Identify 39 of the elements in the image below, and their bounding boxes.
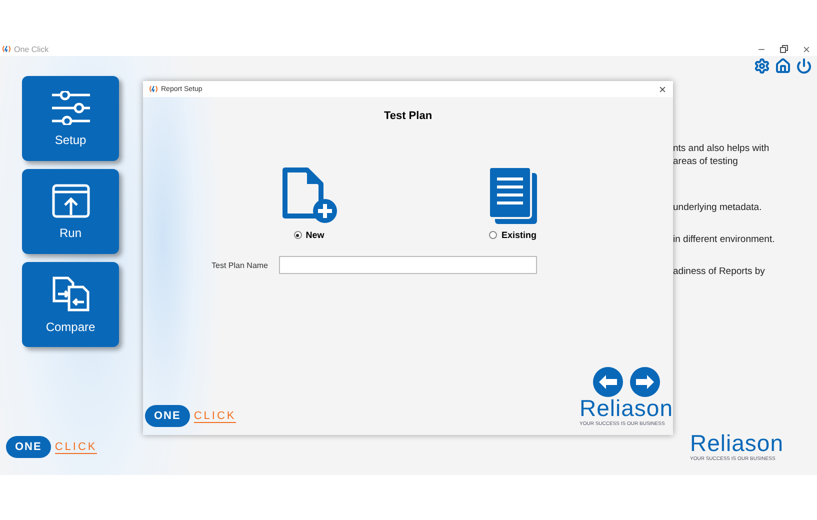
radio-button[interactable] [489, 231, 498, 239]
sliders-icon [52, 90, 90, 124]
logo-badge: ONE [6, 436, 51, 458]
window-title: One Click [14, 44, 49, 54]
description-text: nts and also helps with [673, 143, 770, 154]
compare-documents-icon [52, 276, 90, 312]
logo-badge: ONE [145, 405, 190, 427]
right-arrow-icon [636, 375, 654, 389]
restore-icon[interactable] [780, 44, 788, 52]
app-icon [2, 45, 11, 53]
company-logo-text: Reliason [580, 397, 673, 420]
description-text: areas of testing [673, 156, 739, 167]
close-icon[interactable] [658, 84, 667, 94]
settings-icon[interactable] [754, 58, 770, 74]
company-logo-text: Reliason [690, 432, 784, 455]
radio-button[interactable] [294, 231, 302, 239]
sidebar-tile[interactable]: Compare [22, 262, 119, 347]
power-icon[interactable] [796, 58, 812, 74]
new-file-icon [280, 167, 338, 224]
description-text: underlying metadata. [673, 202, 763, 213]
next-button[interactable] [630, 367, 660, 397]
radio-label: New [306, 230, 324, 240]
description-text: adiness of Reports by [673, 266, 766, 277]
description-text: in different environment. [673, 234, 776, 245]
radio-label: Existing [501, 230, 536, 240]
field-label: Test Plan Name [210, 260, 268, 270]
close-icon[interactable] [802, 44, 811, 54]
back-button[interactable] [593, 367, 623, 397]
document-stack-icon [489, 167, 537, 224]
sidebar-tile[interactable]: Setup [22, 76, 119, 161]
dialog-heading: Test Plan [382, 110, 434, 122]
app-icon [149, 85, 158, 93]
home-icon[interactable] [775, 58, 791, 74]
input-field[interactable] [279, 256, 537, 274]
logo-wordmark: CLICK [194, 410, 236, 422]
window-upload-icon [52, 184, 90, 218]
left-arrow-icon [599, 375, 617, 389]
sidebar-tile[interactable]: Run [22, 169, 119, 254]
logo-wordmark: CLICK [54, 440, 98, 454]
